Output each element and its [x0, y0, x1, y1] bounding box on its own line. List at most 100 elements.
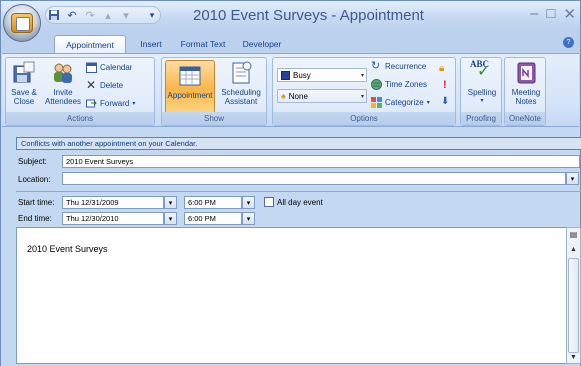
- time-zones-label: Time Zones: [385, 80, 427, 89]
- scheduling-label-2: Assistant: [224, 97, 258, 106]
- meeting-notes-label-1: Meeting: [511, 88, 541, 97]
- vertical-scrollbar[interactable]: ▤ ▲ ▼: [566, 227, 581, 364]
- save-icon[interactable]: [47, 8, 61, 22]
- private-lock-icon[interactable]: 🔒︎: [439, 63, 444, 74]
- delete-icon: ✕: [86, 78, 97, 92]
- start-time-dropdown[interactable]: ▾: [242, 196, 255, 209]
- redo-icon[interactable]: ↷: [83, 8, 97, 22]
- ribbon: Save & Close Invite Attendees Calendar ✕…: [2, 53, 579, 127]
- all-day-label: All day event: [277, 198, 323, 207]
- end-time-dropdown[interactable]: ▾: [242, 212, 255, 225]
- start-date-dropdown[interactable]: ▾: [164, 196, 177, 209]
- forward-icon: [86, 99, 97, 108]
- notes-text[interactable]: 2010 Event Surveys: [27, 244, 108, 254]
- scheduling-assistant-button[interactable]: Scheduling Assistant: [217, 60, 265, 106]
- delete-button[interactable]: ✕ Delete: [86, 78, 124, 92]
- meeting-notes-button[interactable]: Meeting Notes: [507, 60, 545, 106]
- recurrence-icon: ↻: [371, 60, 381, 72]
- spelling-button[interactable]: ABC ✓ Spelling ▾: [463, 60, 501, 106]
- location-dropdown-button[interactable]: ▾: [566, 172, 579, 185]
- group-label-actions: Actions: [6, 112, 154, 125]
- appointment-icon: [179, 66, 201, 86]
- scroll-up-icon[interactable]: ▲: [567, 246, 580, 253]
- time-zones-button[interactable]: Time Zones: [371, 79, 427, 90]
- chevron-down-icon: ▾: [246, 199, 251, 207]
- forward-label: Forward: [100, 99, 130, 108]
- chevron-down-icon: ▾: [360, 94, 364, 100]
- reminder-dropdown[interactable]: ♠ None ▾: [277, 89, 367, 103]
- location-input[interactable]: [62, 172, 566, 185]
- subject-input[interactable]: 2010 Event Surveys: [62, 155, 580, 168]
- help-icon[interactable]: ?: [563, 37, 574, 48]
- notes-body[interactable]: 2010 Event Surveys: [16, 227, 567, 364]
- info-bar: Conflicts with another appointment on yo…: [16, 137, 581, 150]
- scroll-down-icon[interactable]: ▼: [567, 354, 580, 361]
- categorize-button[interactable]: Categorize ▾: [371, 97, 430, 108]
- close-icon[interactable]: ✕: [563, 5, 576, 23]
- next-item-icon[interactable]: ▾: [119, 8, 133, 22]
- onenote-icon: [517, 62, 536, 84]
- minimize-icon[interactable]: –: [530, 5, 538, 23]
- meeting-notes-label-2: Notes: [515, 97, 537, 106]
- high-importance-icon[interactable]: !: [443, 79, 447, 91]
- categorize-label: Categorize: [385, 98, 424, 107]
- delete-label: Delete: [100, 81, 124, 90]
- group-label-options: Options: [273, 112, 455, 125]
- tab-format-text[interactable]: Format Text: [175, 35, 231, 53]
- forward-button[interactable]: Forward ▾: [86, 98, 135, 109]
- chevron-down-icon: ▾: [168, 215, 173, 223]
- chevron-down-icon: ▾: [426, 100, 430, 106]
- chevron-down-icon: ▾: [246, 215, 251, 223]
- chevron-down-icon: ▾: [360, 73, 364, 79]
- chevron-down-icon: ▾: [570, 175, 575, 183]
- ribbon-tabs: Appointment Insert Format Text Developer…: [1, 31, 580, 54]
- end-date-input[interactable]: Thu 12/30/2010: [62, 212, 164, 225]
- start-date-input[interactable]: Thu 12/31/2009: [62, 196, 164, 209]
- end-time-label: End time:: [18, 214, 52, 223]
- scheduling-label-1: Scheduling: [221, 88, 261, 97]
- end-time-input[interactable]: 6:00 PM: [184, 212, 242, 225]
- appointment-view-label: Appointment: [167, 91, 213, 100]
- chevron-down-icon: ▾: [132, 101, 136, 107]
- start-time-label: Start time:: [18, 198, 55, 207]
- appointment-view-button[interactable]: Appointment: [165, 60, 215, 114]
- previous-item-icon[interactable]: ▴: [101, 8, 115, 22]
- save-close-label-2: Close: [13, 97, 35, 106]
- save-close-label-1: Save &: [11, 88, 37, 97]
- group-label-proofing: Proofing: [461, 112, 501, 125]
- bell-icon: ♠: [281, 91, 286, 101]
- tab-developer[interactable]: Developer: [237, 35, 287, 53]
- save-close-button[interactable]: Save & Close: [8, 60, 40, 106]
- group-actions: Save & Close Invite Attendees Calendar ✕…: [5, 57, 155, 126]
- recurrence-button[interactable]: ↻ Recurrence: [371, 61, 426, 72]
- show-as-dropdown[interactable]: Busy ▾: [277, 68, 367, 82]
- categorize-icon: [371, 97, 382, 108]
- restore-icon[interactable]: □: [546, 5, 555, 23]
- reminder-value: None: [288, 91, 308, 101]
- location-label: Location:: [18, 175, 51, 184]
- tab-insert[interactable]: Insert: [133, 35, 169, 53]
- group-onenote: Meeting Notes OneNote: [504, 57, 546, 126]
- window-title: 2010 Event Surveys - Appointment: [193, 7, 424, 24]
- spelling-icon: ABC ✓: [470, 59, 491, 80]
- invite-label-1: Invite: [53, 88, 73, 97]
- invite-attendees-button[interactable]: Invite Attendees: [42, 60, 84, 106]
- spelling-label: Spelling: [467, 88, 497, 97]
- scroll-thumb[interactable]: [568, 258, 579, 353]
- all-day-checkbox[interactable]: [264, 197, 274, 207]
- customize-icon[interactable]: ▾: [145, 8, 159, 22]
- start-time-input[interactable]: 6:00 PM: [184, 196, 242, 209]
- scheduling-assistant-icon: [232, 61, 252, 84]
- people-icon: [54, 63, 72, 83]
- recurrence-label: Recurrence: [385, 62, 427, 71]
- title-bar: ↶ ↷ ▴ ▾ ▾ 2010 Event Surveys - Appointme…: [1, 1, 580, 42]
- low-importance-icon[interactable]: ⬇: [441, 96, 449, 107]
- office-button[interactable]: [3, 4, 41, 42]
- end-date-dropdown[interactable]: ▾: [164, 212, 177, 225]
- invite-label-2: Attendees: [44, 97, 82, 106]
- tab-appointment[interactable]: Appointment: [54, 35, 126, 54]
- undo-icon[interactable]: ↶: [65, 8, 79, 22]
- ruler-icon[interactable]: ▤: [567, 230, 580, 239]
- calendar-button[interactable]: Calendar: [86, 62, 132, 73]
- show-as-value: Busy: [293, 70, 311, 80]
